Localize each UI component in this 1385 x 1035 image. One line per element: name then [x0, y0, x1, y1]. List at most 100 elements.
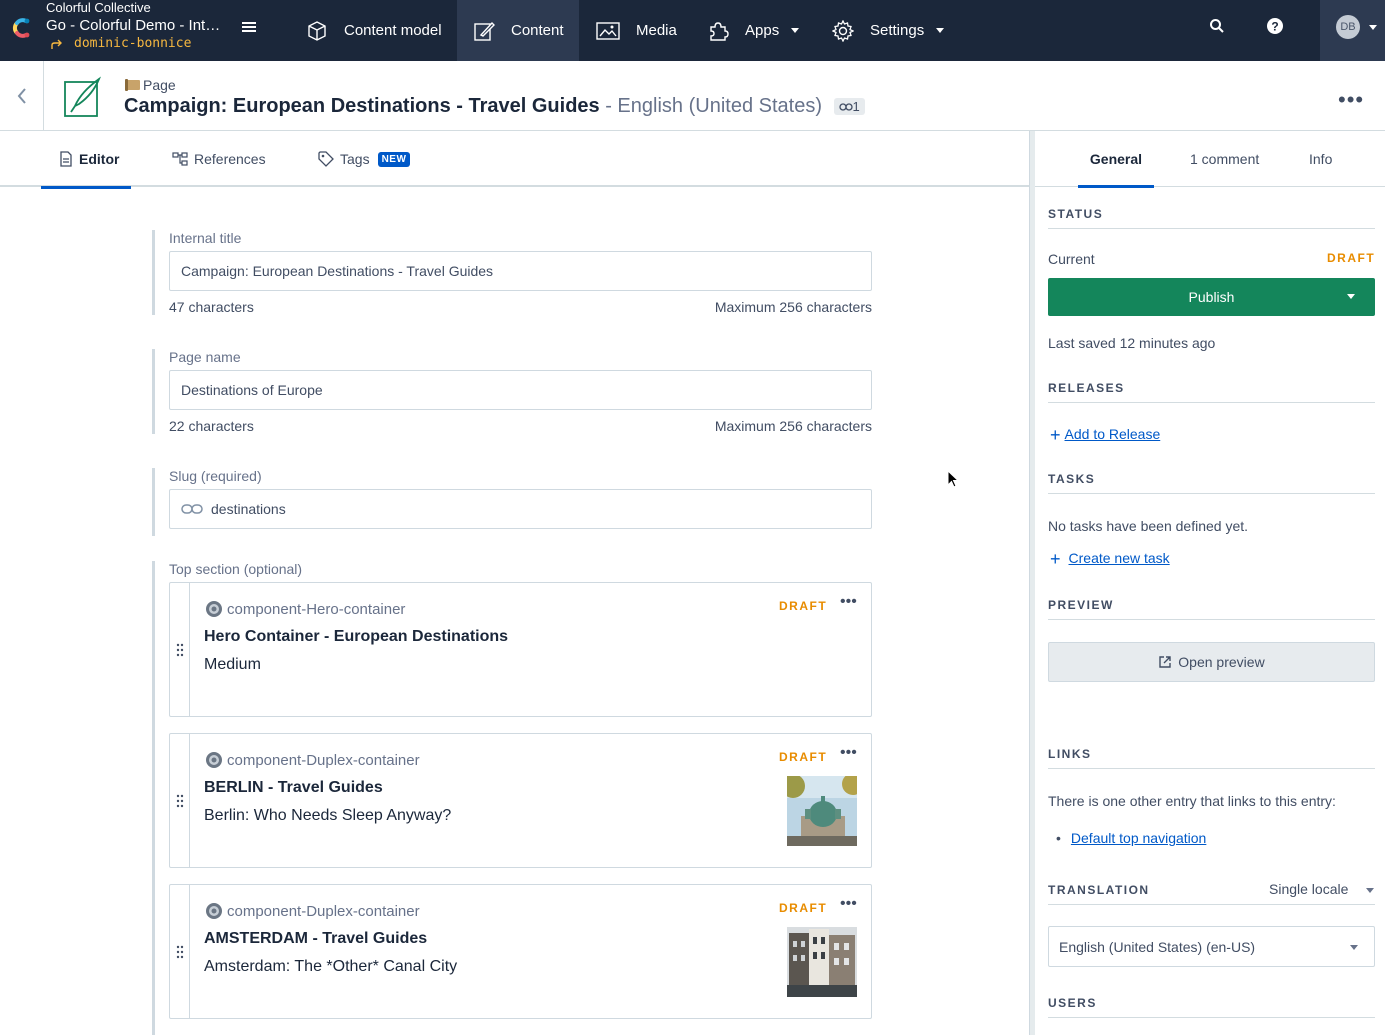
- field-top-section: Top section (optional) component-Hero-co…: [152, 561, 872, 1035]
- drag-handle-icon[interactable]: [170, 734, 190, 867]
- branch-icon: [51, 39, 62, 49]
- more-actions-icon[interactable]: •••: [1338, 87, 1364, 113]
- chevron-down-icon: [936, 28, 945, 33]
- search-icon[interactable]: [1208, 17, 1226, 35]
- plus-icon: +: [1050, 425, 1061, 445]
- current-status-label: Current: [1048, 251, 1095, 267]
- gear-icon: [206, 601, 222, 617]
- reference-card[interactable]: component-Duplex-container BERLIN - Trav…: [169, 733, 872, 868]
- card-title: BERLIN - Travel Guides: [204, 779, 383, 796]
- gear-icon: [206, 752, 222, 768]
- berlin-cathedral-thumbnail: [787, 776, 857, 846]
- chevron-down-icon: [1366, 888, 1374, 893]
- slug-value: destinations: [211, 501, 286, 517]
- drag-handle-icon[interactable]: [170, 583, 190, 716]
- last-saved-text: Last saved 12 minutes ago: [1048, 335, 1216, 351]
- link-list-item[interactable]: • Default top navigation: [1056, 830, 1206, 846]
- links-text: There is one other entry that links to t…: [1048, 793, 1336, 809]
- slug-input[interactable]: destinations: [169, 489, 872, 529]
- external-link-icon: [1159, 656, 1171, 668]
- nav-label: Content: [511, 22, 564, 39]
- add-to-release-link[interactable]: + Add to Release: [1050, 425, 1160, 446]
- chevron-left-icon: [17, 88, 26, 104]
- section-heading-tasks: TASKS: [1048, 472, 1375, 494]
- nav-label: Media: [636, 22, 677, 39]
- linked-entry-link: Default top navigation: [1070, 830, 1207, 846]
- tag-icon: [318, 151, 334, 167]
- entry-title: Campaign: European Destinations - Travel…: [124, 95, 865, 118]
- status-badge: DRAFT: [779, 599, 828, 613]
- tab-comments[interactable]: 1 comment: [1190, 131, 1259, 187]
- field-label: Page name: [169, 349, 241, 365]
- chevron-down-icon: [1369, 25, 1377, 30]
- tab-label: Editor: [79, 151, 120, 167]
- card-content-type: component-Hero-container: [204, 599, 405, 619]
- space-switcher[interactable]: Colorful Collective Go - Colorful Demo -…: [0, 0, 275, 61]
- tab-references[interactable]: References: [172, 131, 266, 187]
- open-preview-button[interactable]: Open preview: [1048, 642, 1375, 682]
- reference-card[interactable]: component-Duplex-container AMSTERDAM - T…: [169, 884, 872, 1019]
- card-subtitle: Amsterdam: The *Other* Canal City: [204, 958, 458, 975]
- tab-tags[interactable]: Tags NEW: [318, 131, 411, 187]
- char-count: 47 characters: [169, 299, 254, 315]
- add-to-release-label: Add to Release: [1064, 426, 1161, 442]
- field-hint: 22 characters Maximum 256 characters: [169, 418, 872, 434]
- reference-card[interactable]: component-Hero-container Hero Container …: [169, 582, 872, 717]
- mouse-cursor-icon: [947, 470, 960, 488]
- card-more-icon[interactable]: •••: [840, 593, 857, 611]
- scroll-icon: [125, 79, 140, 91]
- section-heading-releases: RELEASES: [1048, 381, 1375, 403]
- card-content-type: component-Duplex-container: [204, 750, 420, 770]
- puzzle-icon: [710, 21, 729, 41]
- avatar: DB: [1336, 15, 1360, 39]
- char-max: Maximum 256 characters: [714, 299, 872, 315]
- locale-select-value: English (United States) (en-US): [1059, 938, 1256, 955]
- back-button[interactable]: [0, 61, 44, 131]
- open-preview-label: Open preview: [1178, 654, 1265, 670]
- publish-button[interactable]: Publish: [1048, 278, 1375, 316]
- space-name: Go - Colorful Demo - Inte...: [46, 17, 226, 34]
- internal-title-input[interactable]: Campaign: European Destinations - Travel…: [169, 251, 872, 291]
- gear-icon: [206, 903, 222, 919]
- document-icon: [60, 151, 72, 167]
- nav-settings[interactable]: Settings: [816, 0, 966, 61]
- card-more-icon[interactable]: •••: [840, 895, 857, 913]
- new-badge: NEW: [377, 151, 411, 167]
- page-name-input[interactable]: Destinations of Europe: [169, 370, 872, 410]
- field-label: Slug (required): [169, 468, 262, 484]
- field-label: Top section (optional): [169, 561, 303, 577]
- cube-icon: [308, 20, 326, 41]
- nav-content-model[interactable]: Content model: [290, 0, 455, 61]
- locale-select[interactable]: English (United States) (en-US): [1048, 926, 1375, 967]
- entry-title-text: Campaign: European Destinations - Travel…: [124, 95, 600, 117]
- account-menu[interactable]: DB: [1320, 0, 1385, 61]
- tab-info[interactable]: Info: [1309, 131, 1332, 187]
- create-task-link[interactable]: + Create new task: [1050, 549, 1170, 570]
- drag-handle-icon[interactable]: [170, 885, 190, 1018]
- section-heading-users: USERS: [1048, 996, 1375, 1018]
- svg-text:?: ?: [1271, 20, 1278, 34]
- nav-apps[interactable]: Apps: [691, 0, 813, 61]
- char-max: Maximum 256 characters: [714, 418, 872, 434]
- amsterdam-houses-thumbnail: [787, 927, 857, 997]
- incoming-links-badge[interactable]: 1: [833, 98, 865, 116]
- nav-content[interactable]: Content: [457, 0, 579, 61]
- tab-general[interactable]: General: [1078, 131, 1154, 188]
- card-subtitle: Berlin: Who Needs Sleep Anyway?: [204, 807, 452, 824]
- nav-media[interactable]: Media: [580, 0, 690, 61]
- help-icon[interactable]: ?: [1266, 17, 1284, 35]
- content-type-name: Page: [143, 77, 176, 93]
- link-icon: [838, 103, 853, 111]
- card-title: AMSTERDAM - Travel Guides: [204, 930, 428, 947]
- card-subtitle: Medium: [204, 656, 261, 673]
- chevron-down-icon[interactable]: [1347, 294, 1355, 299]
- status-badge: DRAFT: [779, 901, 828, 915]
- tab-editor[interactable]: Editor: [41, 131, 131, 189]
- nav-label: Content model: [344, 22, 442, 39]
- environment-name: dominic-bonnice: [74, 36, 192, 51]
- hamburger-menu-icon[interactable]: [240, 18, 258, 36]
- section-heading-status: STATUS: [1048, 207, 1375, 229]
- card-more-icon[interactable]: •••: [840, 744, 857, 762]
- locale-mode-dropdown[interactable]: Single locale: [1269, 881, 1348, 897]
- tasks-empty-text: No tasks have been defined yet.: [1048, 518, 1249, 534]
